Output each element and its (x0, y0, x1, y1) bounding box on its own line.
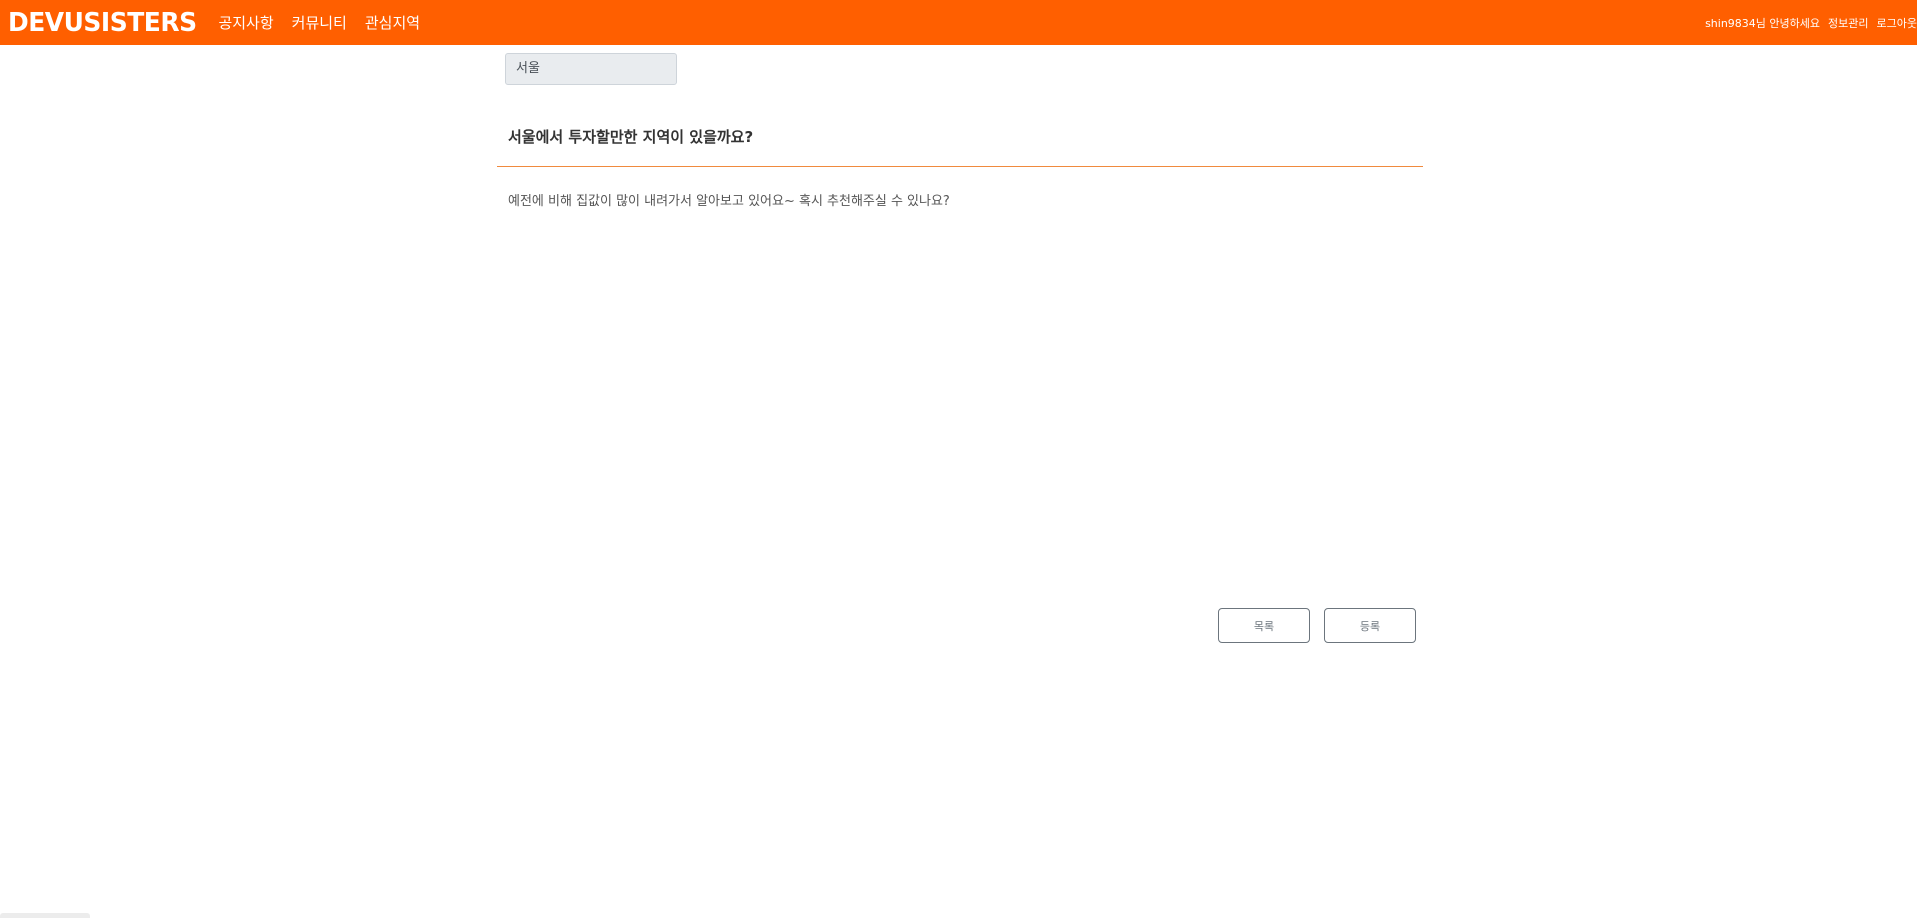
title-divider (497, 166, 1423, 167)
top-navbar: DEVUSISTERS 공지사항 커뮤니티 관심지역 shin9834님 안녕하… (0, 0, 1917, 45)
user-greeting: shin9834님 안녕하세요 (1705, 16, 1821, 30)
user-menu: shin9834님 안녕하세요 정보관리 로그아웃 (1705, 0, 1917, 45)
nav-interest-region[interactable]: 관심지역 (365, 12, 420, 33)
post-title: 서울에서 투자할만한 지역이 있을까요? (508, 128, 754, 146)
brand-logo[interactable]: DEVUSISTERS (8, 10, 197, 36)
profile-link[interactable]: 정보관리 (1828, 15, 1868, 31)
submit-button[interactable]: 등록 (1324, 608, 1416, 643)
bottom-scroll-stub (0, 913, 90, 918)
nav-notice[interactable]: 공지사항 (218, 12, 273, 33)
main-nav: 공지사항 커뮤니티 관심지역 (218, 12, 438, 33)
list-button[interactable]: 목록 (1218, 608, 1310, 643)
logout-link[interactable]: 로그아웃 (1877, 15, 1917, 31)
post-body: 예전에 비해 집값이 많이 내려가서 알아보고 있어요~ 혹시 추천해주실 수 … (508, 194, 950, 209)
nav-community[interactable]: 커뮤니티 (292, 12, 347, 33)
region-field: 서울 (505, 53, 677, 85)
